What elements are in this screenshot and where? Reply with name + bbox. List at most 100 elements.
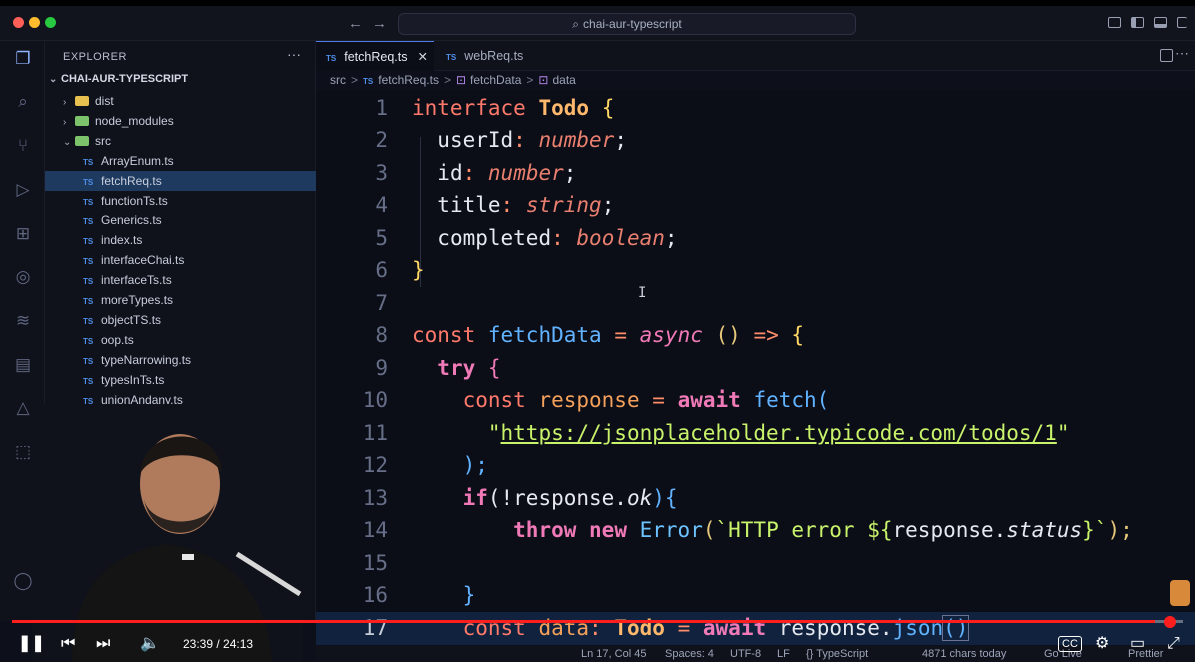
- tree-file[interactable]: TS interfaceChai.ts: [45, 250, 316, 270]
- close-tab-icon[interactable]: ✕: [417, 50, 427, 64]
- tree-item-label: interfaceTs.ts: [101, 273, 172, 288]
- docker-icon[interactable]: ⬚: [13, 442, 33, 462]
- parens: );: [1107, 518, 1133, 542]
- video-scrubber-handle[interactable]: [1164, 616, 1176, 628]
- extensions-icon[interactable]: ⊞: [13, 224, 33, 244]
- channel-watermark-icon: [1170, 580, 1190, 606]
- property: ok: [626, 486, 653, 510]
- toggle-panel-icon[interactable]: [1154, 17, 1167, 28]
- tree-file[interactable]: TS index.ts: [45, 230, 316, 250]
- code-editor[interactable]: 1 interface Todo { 2 userId: number; 3 id…: [316, 90, 1195, 645]
- tree-file[interactable]: TS Generics.ts: [45, 210, 316, 230]
- more-actions-icon[interactable]: ···: [287, 46, 301, 62]
- tab-webreq[interactable]: TS webReq.ts: [436, 41, 554, 71]
- more-actions-icon[interactable]: ⋯: [1175, 45, 1189, 62]
- minimize-window-button[interactable]: [29, 17, 40, 28]
- brace: {: [791, 323, 805, 347]
- typescript-icon: TS: [363, 77, 374, 86]
- tree-folder[interactable]: ⌄ src: [45, 131, 316, 151]
- tree-item-label: dist: [95, 94, 114, 108]
- property: title: [437, 193, 501, 217]
- previous-icon[interactable]: ⏮: [61, 634, 75, 654]
- end-of-line[interactable]: LF: [777, 648, 790, 660]
- tree-folder[interactable]: › dist: [45, 91, 316, 111]
- string-quote: ": [487, 421, 501, 445]
- breadcrumb-separator: >: [443, 73, 451, 87]
- account-icon[interactable]: ◯: [13, 571, 33, 591]
- cursor-position[interactable]: Ln 17, Col 45: [581, 648, 646, 660]
- code-line: 2 userId: number;: [316, 124, 1195, 157]
- breadcrumb-symbol-fetchdata[interactable]: fetchData: [470, 73, 521, 87]
- function-name: fetch: [753, 388, 817, 412]
- deploy-icon[interactable]: △: [13, 398, 33, 418]
- language-mode[interactable]: {} TypeScript: [806, 648, 868, 660]
- tree-file[interactable]: TS typesInTs.ts: [45, 370, 316, 390]
- tree-file[interactable]: TS functionTs.ts: [45, 191, 316, 211]
- back-arrow-icon[interactable]: ←: [348, 15, 363, 32]
- indentation[interactable]: Spaces: 4: [665, 648, 714, 660]
- tree-item-label: functionTs.ts: [101, 193, 168, 208]
- tree-file[interactable]: TS typeNarrowing.ts: [45, 350, 316, 370]
- line-number: 14: [362, 518, 388, 542]
- keyword: interface: [412, 96, 526, 120]
- code-line: 10 const response = await fetch(: [316, 384, 1195, 417]
- typescript-icon: TS: [326, 54, 337, 63]
- tree-item-label: index.ts: [101, 233, 143, 248]
- next-icon[interactable]: ⏭: [96, 634, 110, 654]
- operator: =>: [753, 323, 779, 347]
- breadcrumb-file[interactable]: fetchReq.ts: [378, 73, 439, 87]
- code-line: 1 interface Todo {: [316, 92, 1195, 125]
- template-string: `HTTP error ${: [715, 518, 893, 542]
- captions-icon[interactable]: CC: [1058, 636, 1082, 652]
- customize-layout-icon[interactable]: [1108, 17, 1121, 28]
- settings-gear-icon[interactable]: ⚙: [1095, 634, 1109, 654]
- code-line: 11 "https://jsonplaceholder.typicode.com…: [316, 417, 1195, 450]
- toggle-sidebar-icon[interactable]: [1131, 17, 1144, 28]
- code-line: 5 completed: boolean;: [316, 222, 1195, 255]
- tree-item-label: objectTS.ts: [101, 312, 162, 327]
- keyword: await: [677, 388, 741, 412]
- brace: }: [412, 258, 425, 282]
- breadcrumb-src[interactable]: src: [330, 73, 346, 87]
- layers-icon[interactable]: ≋: [13, 311, 33, 331]
- breadcrumb-symbol-data[interactable]: data: [552, 73, 575, 87]
- tab-fetchreq[interactable]: TS fetchReq.ts ✕: [316, 41, 434, 71]
- workspace-root[interactable]: ⌄ CHAI-AUR-TYPESCRIPT: [49, 73, 188, 85]
- encoding[interactable]: UTF-8: [730, 648, 761, 660]
- breadcrumb: src > TS fetchReq.ts > ⊡ fetchData > ⊡ data: [330, 73, 576, 87]
- tree-file[interactable]: TS interfaceTs.ts: [45, 270, 316, 290]
- line-number: 10: [362, 388, 388, 412]
- workspace-name: chai-aur-typescript: [583, 17, 682, 31]
- database-icon[interactable]: ◎: [13, 267, 33, 287]
- explorer-icon[interactable]: ❐: [13, 49, 33, 69]
- zoom-window-button[interactable]: [45, 17, 56, 28]
- toggle-secondary-sidebar-icon[interactable]: [1177, 17, 1187, 28]
- tree-file[interactable]: TS fetchReq.ts: [45, 170, 316, 191]
- tree-file[interactable]: TS objectTS.ts: [45, 310, 316, 330]
- tree-file[interactable]: TS ArrayEnum.ts: [45, 151, 316, 171]
- forward-arrow-icon[interactable]: →: [372, 15, 387, 32]
- tree-folder[interactable]: › node_modules: [45, 111, 316, 131]
- command-center-search[interactable]: ⌕ chai-aur-typescript: [398, 13, 856, 35]
- url-string[interactable]: https://jsonplaceholder.typicode.com/tod…: [501, 421, 1057, 445]
- source-control-icon[interactable]: ⑂: [13, 136, 33, 156]
- volume-icon[interactable]: 🔈: [140, 634, 160, 654]
- explorer-title: EXPLORER: [63, 51, 127, 63]
- tree-file[interactable]: TS moreTypes.ts: [45, 290, 316, 310]
- template-string: }`: [1082, 518, 1108, 542]
- operator: =: [614, 323, 627, 347]
- fullscreen-icon[interactable]: ⤢: [1167, 634, 1180, 654]
- run-debug-icon[interactable]: ▷: [13, 180, 33, 200]
- split-editor-icon[interactable]: [1160, 49, 1173, 62]
- line-number: 4: [375, 193, 388, 217]
- close-window-button[interactable]: [13, 17, 24, 28]
- tree-file[interactable]: TS oop.ts: [45, 330, 316, 350]
- line-number: 6: [375, 258, 388, 282]
- search-icon[interactable]: ⌕: [13, 92, 33, 112]
- env-icon[interactable]: ▤: [13, 355, 33, 375]
- theater-mode-icon[interactable]: ▭: [1130, 634, 1145, 654]
- pause-icon[interactable]: ❚❚: [18, 634, 45, 654]
- editor-tabs: TS fetchReq.ts ✕ TS webReq.ts ⋯: [316, 41, 1195, 71]
- parens: (): [715, 323, 741, 347]
- tab-label: webReq.ts: [464, 49, 524, 63]
